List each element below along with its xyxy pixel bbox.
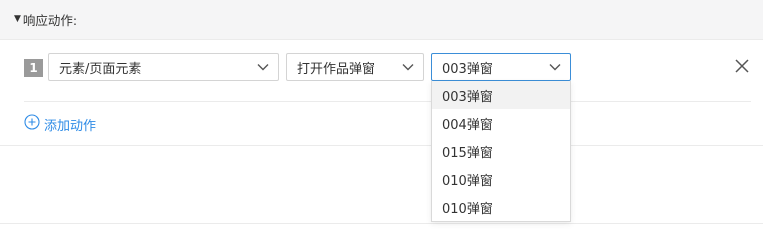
popup-select-dropdown: 003弹窗 004弹窗 015弹窗 010弹窗 010弹窗 [431, 81, 571, 222]
add-action-label: 添加动作 [44, 118, 97, 134]
chevron-down-icon [401, 60, 415, 74]
interaction-settings-panel: ▼ 响应动作: 1 元素/页面元素 打开作品弹窗 003弹窗 添加动作 003弹… [0, 0, 763, 225]
section-divider [0, 145, 763, 146]
row-divider [24, 101, 751, 102]
target-element-select[interactable]: 元素/页面元素 [48, 53, 279, 81]
add-action-button[interactable]: 添加动作 [24, 114, 96, 134]
plus-circle-icon [24, 114, 40, 134]
popup-select[interactable]: 003弹窗 [431, 53, 571, 81]
chevron-down-icon [256, 60, 270, 74]
dropdown-option[interactable]: 003弹窗 [432, 81, 570, 109]
dropdown-option[interactable]: 010弹窗 [432, 165, 570, 193]
chevron-down-icon [548, 60, 562, 74]
caret-down-icon[interactable]: ▼ [14, 15, 21, 24]
section-divider [0, 223, 763, 224]
popup-select-value: 003弹窗 [442, 61, 493, 77]
target-element-select-value: 元素/页面元素 [59, 61, 142, 77]
section-header-response-actions[interactable]: ▼ 响应动作: [0, 0, 763, 40]
section-title: 响应动作: [22, 13, 78, 28]
dropdown-option[interactable]: 010弹窗 [432, 193, 570, 221]
close-icon [734, 58, 750, 78]
action-type-select-value: 打开作品弹窗 [297, 61, 376, 77]
step-number-badge: 1 [24, 59, 43, 77]
remove-action-button[interactable] [730, 56, 754, 80]
dropdown-option[interactable]: 004弹窗 [432, 109, 570, 137]
dropdown-option[interactable]: 015弹窗 [432, 137, 570, 165]
action-type-select[interactable]: 打开作品弹窗 [286, 53, 424, 81]
